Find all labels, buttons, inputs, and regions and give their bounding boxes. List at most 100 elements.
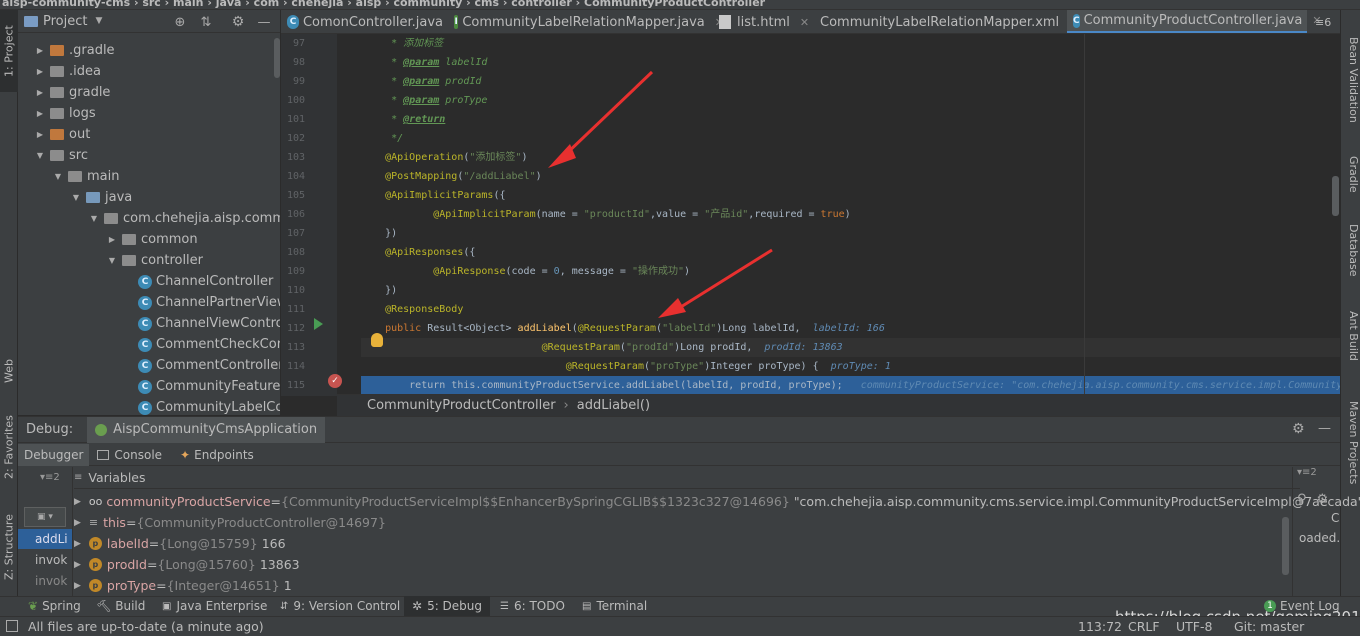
tab-structure-tool[interactable]: Z: Structure [0,502,18,592]
variable-row[interactable]: ▶ p prodId = {Long@15760} 13863 [74,554,300,575]
line-separator[interactable]: CRLF [1128,619,1160,634]
tree-class-item[interactable]: C ChannelController [138,271,273,292]
tab-list-html[interactable]: list.html ✕ [713,10,813,33]
expand-arrow-icon[interactable]: ▶ [74,560,81,570]
variable-row[interactable]: ▶ p proType = {Integer@14651} 1 [74,575,292,596]
collapsed-arrow-icon[interactable]: ▶ [34,129,46,141]
expand-arrow-icon[interactable]: ▶ [74,581,81,591]
thread-selector[interactable]: ▣ ▾ [24,507,66,527]
file-encoding[interactable]: UTF-8 [1176,619,1212,634]
tab-bean-validation[interactable]: Bean Validation [1342,34,1360,126]
tab-java-enterprise[interactable]: ▣ Java Enterprise [162,596,267,616]
code-line[interactable]: }) [361,224,397,243]
tab-maven-projects[interactable]: Maven Projects [1342,388,1360,498]
collapsed-arrow-icon[interactable]: ▶ [34,108,46,120]
tree-class-item[interactable]: C CommunityLabelCo [138,397,280,415]
tree-class-item[interactable]: C CommentController [138,355,280,376]
code-line[interactable]: @ApiResponses({ [361,243,475,262]
code-line[interactable]: * 添加标签 [361,34,443,53]
tab-todo[interactable]: ☰ 6: TODO [500,596,565,616]
code-line[interactable]: * @param labelId [361,53,487,72]
tab-gradle[interactable]: Gradle [1342,144,1360,204]
code-line[interactable]: @ResponseBody [361,300,463,319]
tab-favorites-tool[interactable]: 2: Favorites [0,406,18,488]
collapsed-arrow-icon[interactable]: ▶ [34,87,46,99]
tree-folder-item[interactable]: ▼ src [34,145,88,166]
watches-search[interactable]: ⚲ ⚙ [1293,487,1340,511]
code-line[interactable]: @ApiImplicitParams({ [361,186,505,205]
code-line[interactable]: @RequestParam("prodId")Long prodId, prod… [361,338,1340,357]
tree-folder-item[interactable]: ▼ java [70,187,132,208]
collapsed-arrow-icon[interactable]: ▶ [106,234,118,246]
gear-icon[interactable]: ⚙ [1317,492,1329,507]
collapsed-arrow-icon[interactable]: ▶ [34,66,46,78]
frame-item[interactable]: invok [18,570,72,591]
tab-version-control[interactable]: ⇵ 9: Version Control [280,596,400,616]
hide-icon[interactable]: — [256,14,272,30]
breakpoint-icon[interactable]: ✓ [328,374,342,388]
expand-arrow-icon[interactable]: ▶ [74,539,81,549]
tree-class-item[interactable]: C CommunityFeatureC [138,376,280,397]
tab-debug[interactable]: ✲ 5: Debug [404,596,491,616]
tab-web-tool[interactable]: Web [0,346,18,396]
expanded-arrow-icon[interactable]: ▼ [52,171,64,183]
minimize-icon[interactable]: — [1318,421,1331,436]
code-line[interactable]: @RequestParam("proType")Integer proType)… [361,357,891,376]
expand-arrow-icon[interactable]: ▶ [74,497,81,507]
tab-console[interactable]: Console [97,448,162,462]
watches-tab[interactable]: Co [1293,511,1340,531]
variables-scrollbar[interactable] [1282,517,1289,575]
code-line[interactable]: }) [361,281,397,300]
tree-folder-item[interactable]: ▶ logs [34,103,96,124]
code-line[interactable]: * @param prodId [361,72,481,91]
expanded-arrow-icon[interactable]: ▼ [34,150,46,162]
editor-scrollbar[interactable] [1332,176,1339,216]
tree-class-item[interactable]: C ChannelViewContro [138,313,280,334]
expanded-arrow-icon[interactable]: ▼ [70,192,82,204]
locate-icon[interactable]: ⊕ [172,14,188,30]
project-scrollbar[interactable] [274,38,280,78]
frame-item-selected[interactable]: addLi [18,529,72,549]
caret-position[interactable]: 113:72 [1078,619,1122,634]
tree-folder-item[interactable]: ▶ .gradle [34,40,115,61]
chevron-down-icon[interactable]: ▼ [95,16,102,26]
tree-folder-item[interactable]: ▶ gradle [34,82,111,103]
tab-debugger[interactable]: Debugger [18,443,90,466]
expanded-arrow-icon[interactable]: ▼ [106,255,118,267]
variable-row[interactable]: ▶ ≡ this = {CommunityProductController@146… [74,512,390,533]
expanded-arrow-icon[interactable]: ▼ [88,213,100,225]
tab-label-relation-mapper-xml[interactable]: CommunityLabelRelationMapper.xml✕ [808,10,1078,33]
debug-run-config-tab[interactable]: AispCommunityCmsApplication [87,416,326,443]
breadcrumb-class[interactable]: CommunityProductController [367,398,556,413]
tree-folder-item[interactable]: ▶ .idea [34,61,101,82]
collapsed-arrow-icon[interactable]: ▶ [34,45,46,57]
code-line[interactable]: return this.communityProductService.addL… [361,376,1340,395]
tab-database[interactable]: Database [1342,214,1360,286]
tree-folder-item[interactable]: ▼ main [52,166,120,187]
tab-spring[interactable]: ❦ Spring [28,596,81,616]
status-message[interactable]: All files are up-to-date (a minute ago) [28,619,264,634]
tab-project-tool[interactable]: 1: Project [0,10,18,92]
gear-icon[interactable]: ⚙ [1292,421,1305,437]
variable-row[interactable]: ▶ p labelId = {Long@15759} 166 [74,533,286,554]
tab-build[interactable]: 🔨︎ Build [96,596,145,616]
tab-label-relation-mapper-java[interactable]: I CommunityLabelRelationMapper.java✕ [448,10,724,33]
tree-folder-item[interactable]: ▼ com.chehejia.aisp.commu [88,208,280,229]
tree-folder-item[interactable]: ▶ out [34,124,90,145]
tab-ant-build[interactable]: Ant Build [1342,300,1360,372]
git-branch[interactable]: Git: master [1234,619,1304,634]
variable-row[interactable]: ▶ oo communityProductService = {CommunityP… [74,491,1360,512]
expand-arrow-icon[interactable]: ▶ [74,518,81,528]
tree-class-item[interactable]: C CommentCheckCon [138,334,280,355]
code-line[interactable]: */ [361,129,403,148]
code-line[interactable]: * @return [361,110,445,129]
lightbulb-icon[interactable] [371,333,383,347]
collapse-icon[interactable]: ⇅ [198,14,214,30]
code-line[interactable]: * @param proType [361,91,487,110]
tree-class-item[interactable]: C ChannelPartnerView [138,292,280,313]
project-view-selector[interactable]: Project [43,14,87,29]
tab-comon-controller[interactable]: C ComonController.java [281,10,443,33]
navigation-path[interactable]: aisp-community-cms › src › main › java ›… [0,0,765,9]
tab-endpoints[interactable]: ✦ Endpoints [180,448,254,462]
frame-item[interactable]: invok [18,549,72,570]
